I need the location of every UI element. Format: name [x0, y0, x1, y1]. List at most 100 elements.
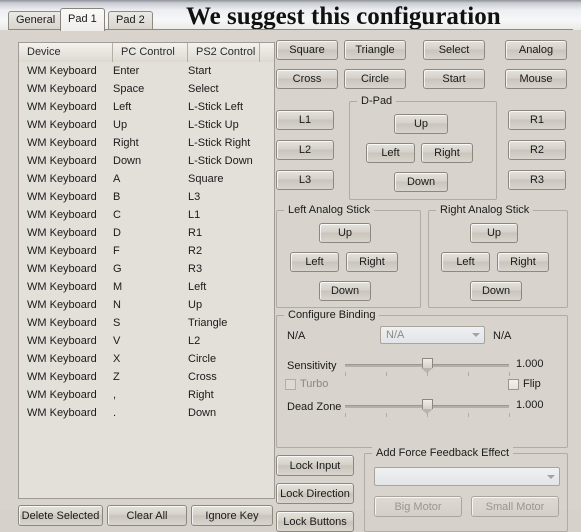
- lock-buttons-button[interactable]: Lock Buttons: [276, 511, 354, 532]
- checkbox-box-icon: [508, 378, 519, 390]
- table-row[interactable]: WM Keyboard Left L-Stick Left: [19, 98, 274, 116]
- table-row[interactable]: WM Keyboard Enter Start: [19, 62, 274, 80]
- dpad-right-button[interactable]: Right: [421, 143, 473, 163]
- left-stick-up-button[interactable]: Up: [319, 223, 371, 243]
- table-row[interactable]: WM Keyboard Space Select: [19, 80, 274, 98]
- right-stick-down-button[interactable]: Down: [470, 281, 522, 301]
- right-analog-stick-group: Right Analog Stick Up Left Right Down: [428, 204, 568, 308]
- force-feedback-effect-combo[interactable]: [374, 467, 560, 486]
- button-l3[interactable]: L3: [276, 170, 334, 190]
- button-square[interactable]: Square: [276, 40, 338, 60]
- table-row[interactable]: WM Keyboard M Left: [19, 278, 274, 296]
- button-select[interactable]: Select: [423, 40, 485, 60]
- button-triangle[interactable]: Triangle: [344, 40, 406, 60]
- small-motor-button[interactable]: Small Motor: [471, 496, 559, 517]
- table-row[interactable]: WM Keyboard V L2: [19, 332, 274, 350]
- table-row[interactable]: WM Keyboard A Square: [19, 170, 274, 188]
- ignore-key-button[interactable]: Ignore Key: [191, 505, 273, 526]
- cell-pc-control: ,: [113, 389, 117, 401]
- cell-pc-control: Enter: [113, 65, 140, 77]
- cell-pc-control: Right: [113, 137, 139, 149]
- clear-all-button[interactable]: Clear All: [107, 505, 187, 526]
- table-row[interactable]: WM Keyboard Right L-Stick Right: [19, 134, 274, 152]
- cell-ps2-control: L2: [188, 335, 201, 347]
- dpad-down-button[interactable]: Down: [394, 172, 448, 192]
- dpad-up-button[interactable]: Up: [394, 114, 448, 134]
- right-stick-legend: Right Analog Stick: [436, 204, 534, 216]
- right-stick-left-button[interactable]: Left: [441, 252, 490, 272]
- flip-label: Flip: [523, 378, 541, 390]
- cell-pc-control: Space: [113, 83, 145, 95]
- delete-selected-button[interactable]: Delete Selected: [18, 505, 103, 526]
- column-header-device[interactable]: Device: [19, 43, 113, 62]
- tab-pad-1[interactable]: Pad 1: [60, 8, 105, 31]
- cell-ps2-control: L-Stick Left: [188, 101, 244, 113]
- right-stick-right-button[interactable]: Right: [497, 252, 549, 272]
- table-row[interactable]: WM Keyboard. Down: [19, 404, 274, 422]
- button-cross[interactable]: Cross: [276, 69, 338, 89]
- column-header-pc-control[interactable]: PC Control: [113, 43, 188, 62]
- table-row[interactable]: WM Keyboard Up L-Stick Up: [19, 116, 274, 134]
- flip-checkbox[interactable]: Flip: [508, 378, 541, 390]
- turbo-checkbox[interactable]: Turbo: [285, 378, 328, 390]
- button-analog[interactable]: Analog: [505, 40, 567, 60]
- column-header-ps2-control[interactable]: PS2 Control: [188, 43, 260, 62]
- cell-pc-control: B: [113, 191, 121, 203]
- binding-combo[interactable]: N/A: [380, 326, 485, 344]
- cell-device: WM Keyboard: [27, 335, 97, 347]
- cell-device: WM Keyboard: [27, 353, 97, 365]
- button-r1[interactable]: R1: [508, 110, 566, 130]
- big-motor-button[interactable]: Big Motor: [374, 496, 462, 517]
- dead-zone-value: 1.000: [516, 399, 544, 411]
- checkbox-box-icon: [285, 378, 296, 390]
- button-l2[interactable]: L2: [276, 140, 334, 160]
- cell-ps2-control: Cross: [188, 371, 217, 383]
- lock-direction-button[interactable]: Lock Direction: [276, 483, 354, 504]
- button-mouse[interactable]: Mouse: [505, 69, 567, 89]
- button-start[interactable]: Start: [423, 69, 485, 89]
- lock-input-button[interactable]: Lock Input: [276, 455, 354, 476]
- column-header-spacer[interactable]: [260, 43, 274, 62]
- table-row[interactable]: WM Keyboard F R2: [19, 242, 274, 260]
- dead-zone-slider-handle[interactable]: [421, 399, 433, 414]
- left-stick-right-button[interactable]: Right: [346, 252, 398, 272]
- sensitivity-slider-handle[interactable]: [421, 358, 433, 373]
- cell-device: WM Keyboard: [27, 209, 97, 221]
- bindings-table[interactable]: Device PC Control PS2 Control WM Keyboar…: [18, 42, 275, 499]
- table-row[interactable]: WM Keyboard Z Cross: [19, 368, 274, 386]
- left-stick-left-button[interactable]: Left: [290, 252, 339, 272]
- table-row[interactable]: WM Keyboard G R3: [19, 260, 274, 278]
- cell-device: WM Keyboard: [27, 245, 97, 257]
- sensitivity-value: 1.000: [516, 358, 544, 370]
- cell-device: WM Keyboard: [27, 263, 97, 275]
- table-row[interactable]: WM Keyboard S Triangle: [19, 314, 274, 332]
- button-r2[interactable]: R2: [508, 140, 566, 160]
- table-row[interactable]: WM Keyboard N Up: [19, 296, 274, 314]
- cell-ps2-control: L-Stick Down: [188, 155, 253, 167]
- cell-pc-control: X: [113, 353, 121, 365]
- table-row[interactable]: WM Keyboard Down L-Stick Down: [19, 152, 274, 170]
- table-row[interactable]: WM Keyboard B L3: [19, 188, 274, 206]
- button-circle[interactable]: Circle: [344, 69, 406, 89]
- binding-combo-value: N/A: [386, 329, 405, 341]
- button-l1[interactable]: L1: [276, 110, 334, 130]
- table-row[interactable]: WM Keyboard D R1: [19, 224, 274, 242]
- cell-ps2-control: Up: [188, 299, 203, 311]
- tab-general[interactable]: General: [8, 11, 64, 29]
- cell-device: WM Keyboard: [27, 281, 97, 293]
- cell-ps2-control: R1: [188, 227, 203, 239]
- cell-pc-control: Z: [113, 371, 120, 383]
- dpad-group: D-Pad Up Left Right Down: [349, 95, 497, 200]
- button-r3[interactable]: R3: [508, 170, 566, 190]
- table-row[interactable]: WM Keyboard X Circle: [19, 350, 274, 368]
- cell-device: WM Keyboard: [27, 317, 97, 329]
- cell-ps2-control: Down: [188, 407, 217, 419]
- right-stick-up-button[interactable]: Up: [470, 223, 518, 243]
- dpad-left-button[interactable]: Left: [366, 143, 415, 163]
- table-row[interactable]: WM Keyboard C L1: [19, 206, 274, 224]
- left-stick-down-button[interactable]: Down: [319, 281, 371, 301]
- cell-pc-control: A: [113, 173, 121, 185]
- table-row[interactable]: WM Keyboard, Right: [19, 386, 274, 404]
- tab-pad-2[interactable]: Pad 2: [108, 11, 153, 29]
- cell-device: WM Keyboard: [27, 137, 97, 149]
